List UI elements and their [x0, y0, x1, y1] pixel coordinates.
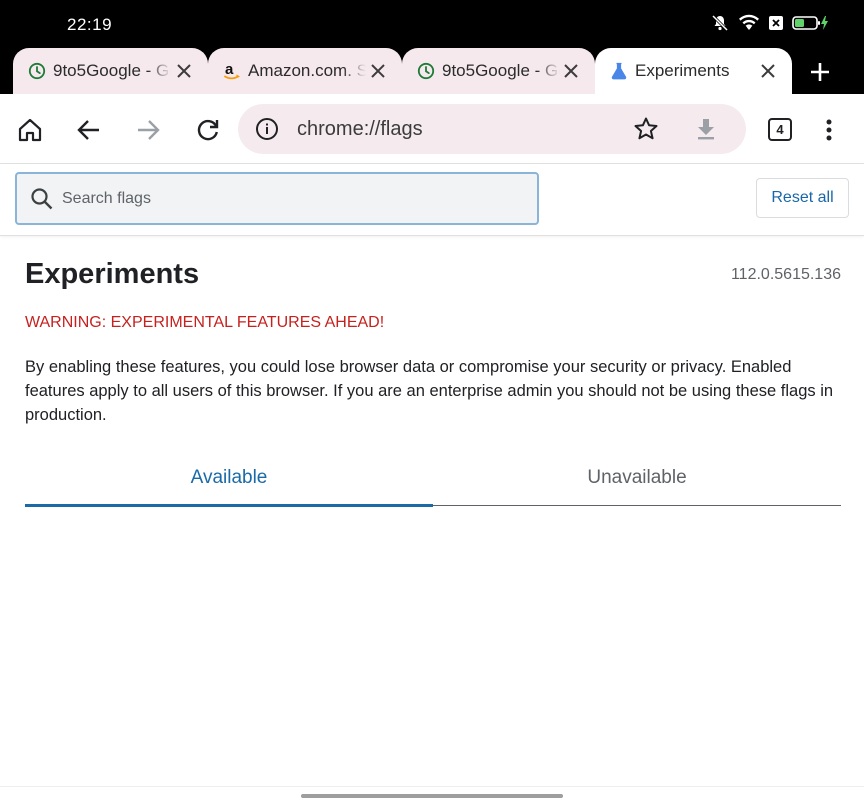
close-tab-icon[interactable] [174, 61, 194, 81]
clock-icon [27, 61, 47, 81]
tab-available-label: Available [190, 467, 268, 488]
reload-icon[interactable] [194, 116, 222, 144]
new-tab-icon[interactable] [806, 58, 834, 86]
battery-charging-icon [792, 15, 830, 31]
warning-text: WARNING: EXPERIMENTAL FEATURES AHEAD! [25, 314, 385, 331]
description-text: By enabling these features, you could lo… [25, 358, 834, 424]
site-info-icon[interactable] [255, 117, 279, 141]
close-tab-icon[interactable] [368, 61, 388, 81]
more-menu-icon[interactable] [815, 116, 843, 144]
forward-arrow-icon[interactable] [134, 116, 162, 144]
notification-x-icon [768, 15, 784, 31]
search-box[interactable] [15, 172, 539, 225]
home-icon[interactable] [16, 116, 44, 144]
tab-title: Experiments [635, 61, 730, 80]
flags-tabs: Available Unavailable [25, 450, 841, 507]
clock-icon [416, 61, 436, 81]
omnibox[interactable]: chrome://flags [238, 104, 746, 154]
status-bar: 22:19 [0, 0, 864, 48]
flask-icon [609, 61, 629, 81]
bookmark-star-icon[interactable] [633, 116, 659, 142]
close-tab-icon[interactable] [758, 61, 778, 81]
bottom-divider [0, 786, 864, 787]
active-tab-indicator [25, 504, 433, 507]
wifi-icon [738, 14, 760, 32]
tab-unavailable-label: Unavailable [587, 467, 687, 488]
version-label: 112.0.5615.136 [730, 266, 841, 283]
tab-title: Amazon.com. Spend less. [248, 61, 366, 80]
tab-title: 9to5Google - Google News [442, 61, 560, 80]
search-icon [30, 187, 54, 211]
tab-strip: 9to5Google - Google News a Amazon.com. S… [0, 48, 864, 94]
tab-switcher-button[interactable]: 4 [768, 118, 792, 141]
reset-all-button[interactable]: Reset all [756, 178, 849, 218]
status-icons [710, 13, 830, 33]
tab-experiments[interactable]: Experiments [595, 48, 792, 94]
download-icon[interactable] [693, 116, 719, 142]
home-indicator[interactable] [301, 794, 563, 798]
page-title: Experiments [25, 258, 200, 290]
tab-title: 9to5Google - Google News [53, 61, 171, 80]
back-arrow-icon[interactable] [75, 116, 103, 144]
tab-available[interactable]: Available [25, 450, 433, 506]
amazon-icon: a [222, 61, 242, 81]
browser-toolbar: chrome://flags [0, 94, 864, 164]
tab-amazon[interactable]: a Amazon.com. Spend less. [208, 48, 402, 94]
tab-9to5google-2[interactable]: 9to5Google - Google News [402, 48, 595, 94]
tab-unavailable[interactable]: Unavailable [433, 450, 841, 506]
tab-9to5google-1[interactable]: 9to5Google - Google News [13, 48, 208, 94]
svg-text:a: a [225, 61, 234, 78]
url-text[interactable]: chrome://flags [297, 118, 423, 141]
close-tab-icon[interactable] [561, 61, 581, 81]
flags-header: Reset all [0, 164, 864, 236]
search-flags-input[interactable] [62, 186, 522, 212]
status-time: 22:19 [67, 15, 113, 34]
mute-icon [710, 13, 730, 33]
